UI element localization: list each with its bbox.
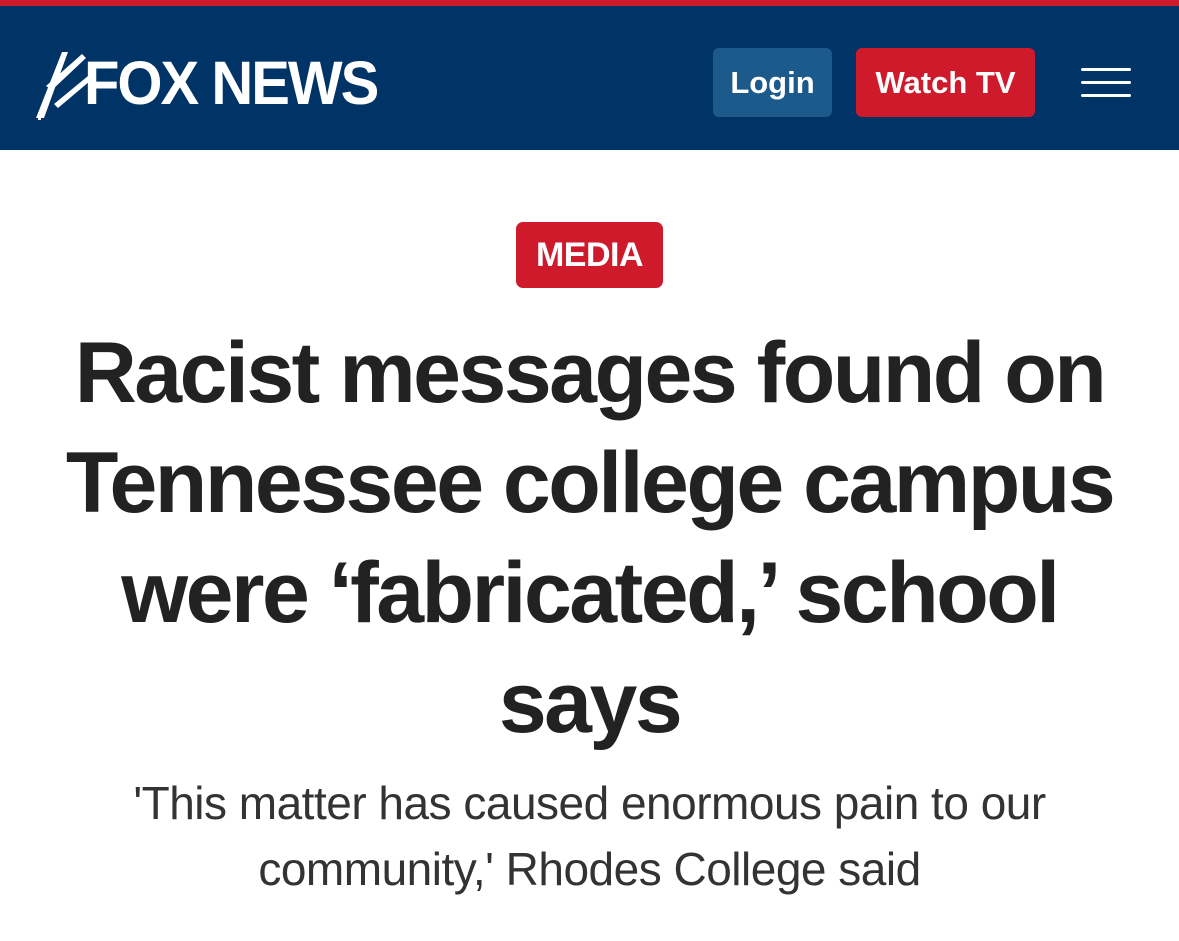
- logo-wordmark: FOX NEWS: [84, 49, 379, 118]
- article-subheadline: 'This matter has caused enormous pain to…: [133, 777, 1046, 895]
- searchlight-icon: [36, 52, 90, 120]
- hamburger-menu-icon[interactable]: [1081, 68, 1131, 98]
- login-button[interactable]: Login: [713, 48, 832, 117]
- watch-tv-button[interactable]: Watch TV: [856, 48, 1035, 117]
- article-headline: Racist messages found on Tennessee colle…: [65, 325, 1116, 751]
- site-header: FOX NEWS Login Watch TV: [0, 6, 1179, 150]
- fox-news-logo[interactable]: FOX NEWS: [32, 44, 392, 124]
- category-badge[interactable]: MEDIA: [516, 222, 663, 288]
